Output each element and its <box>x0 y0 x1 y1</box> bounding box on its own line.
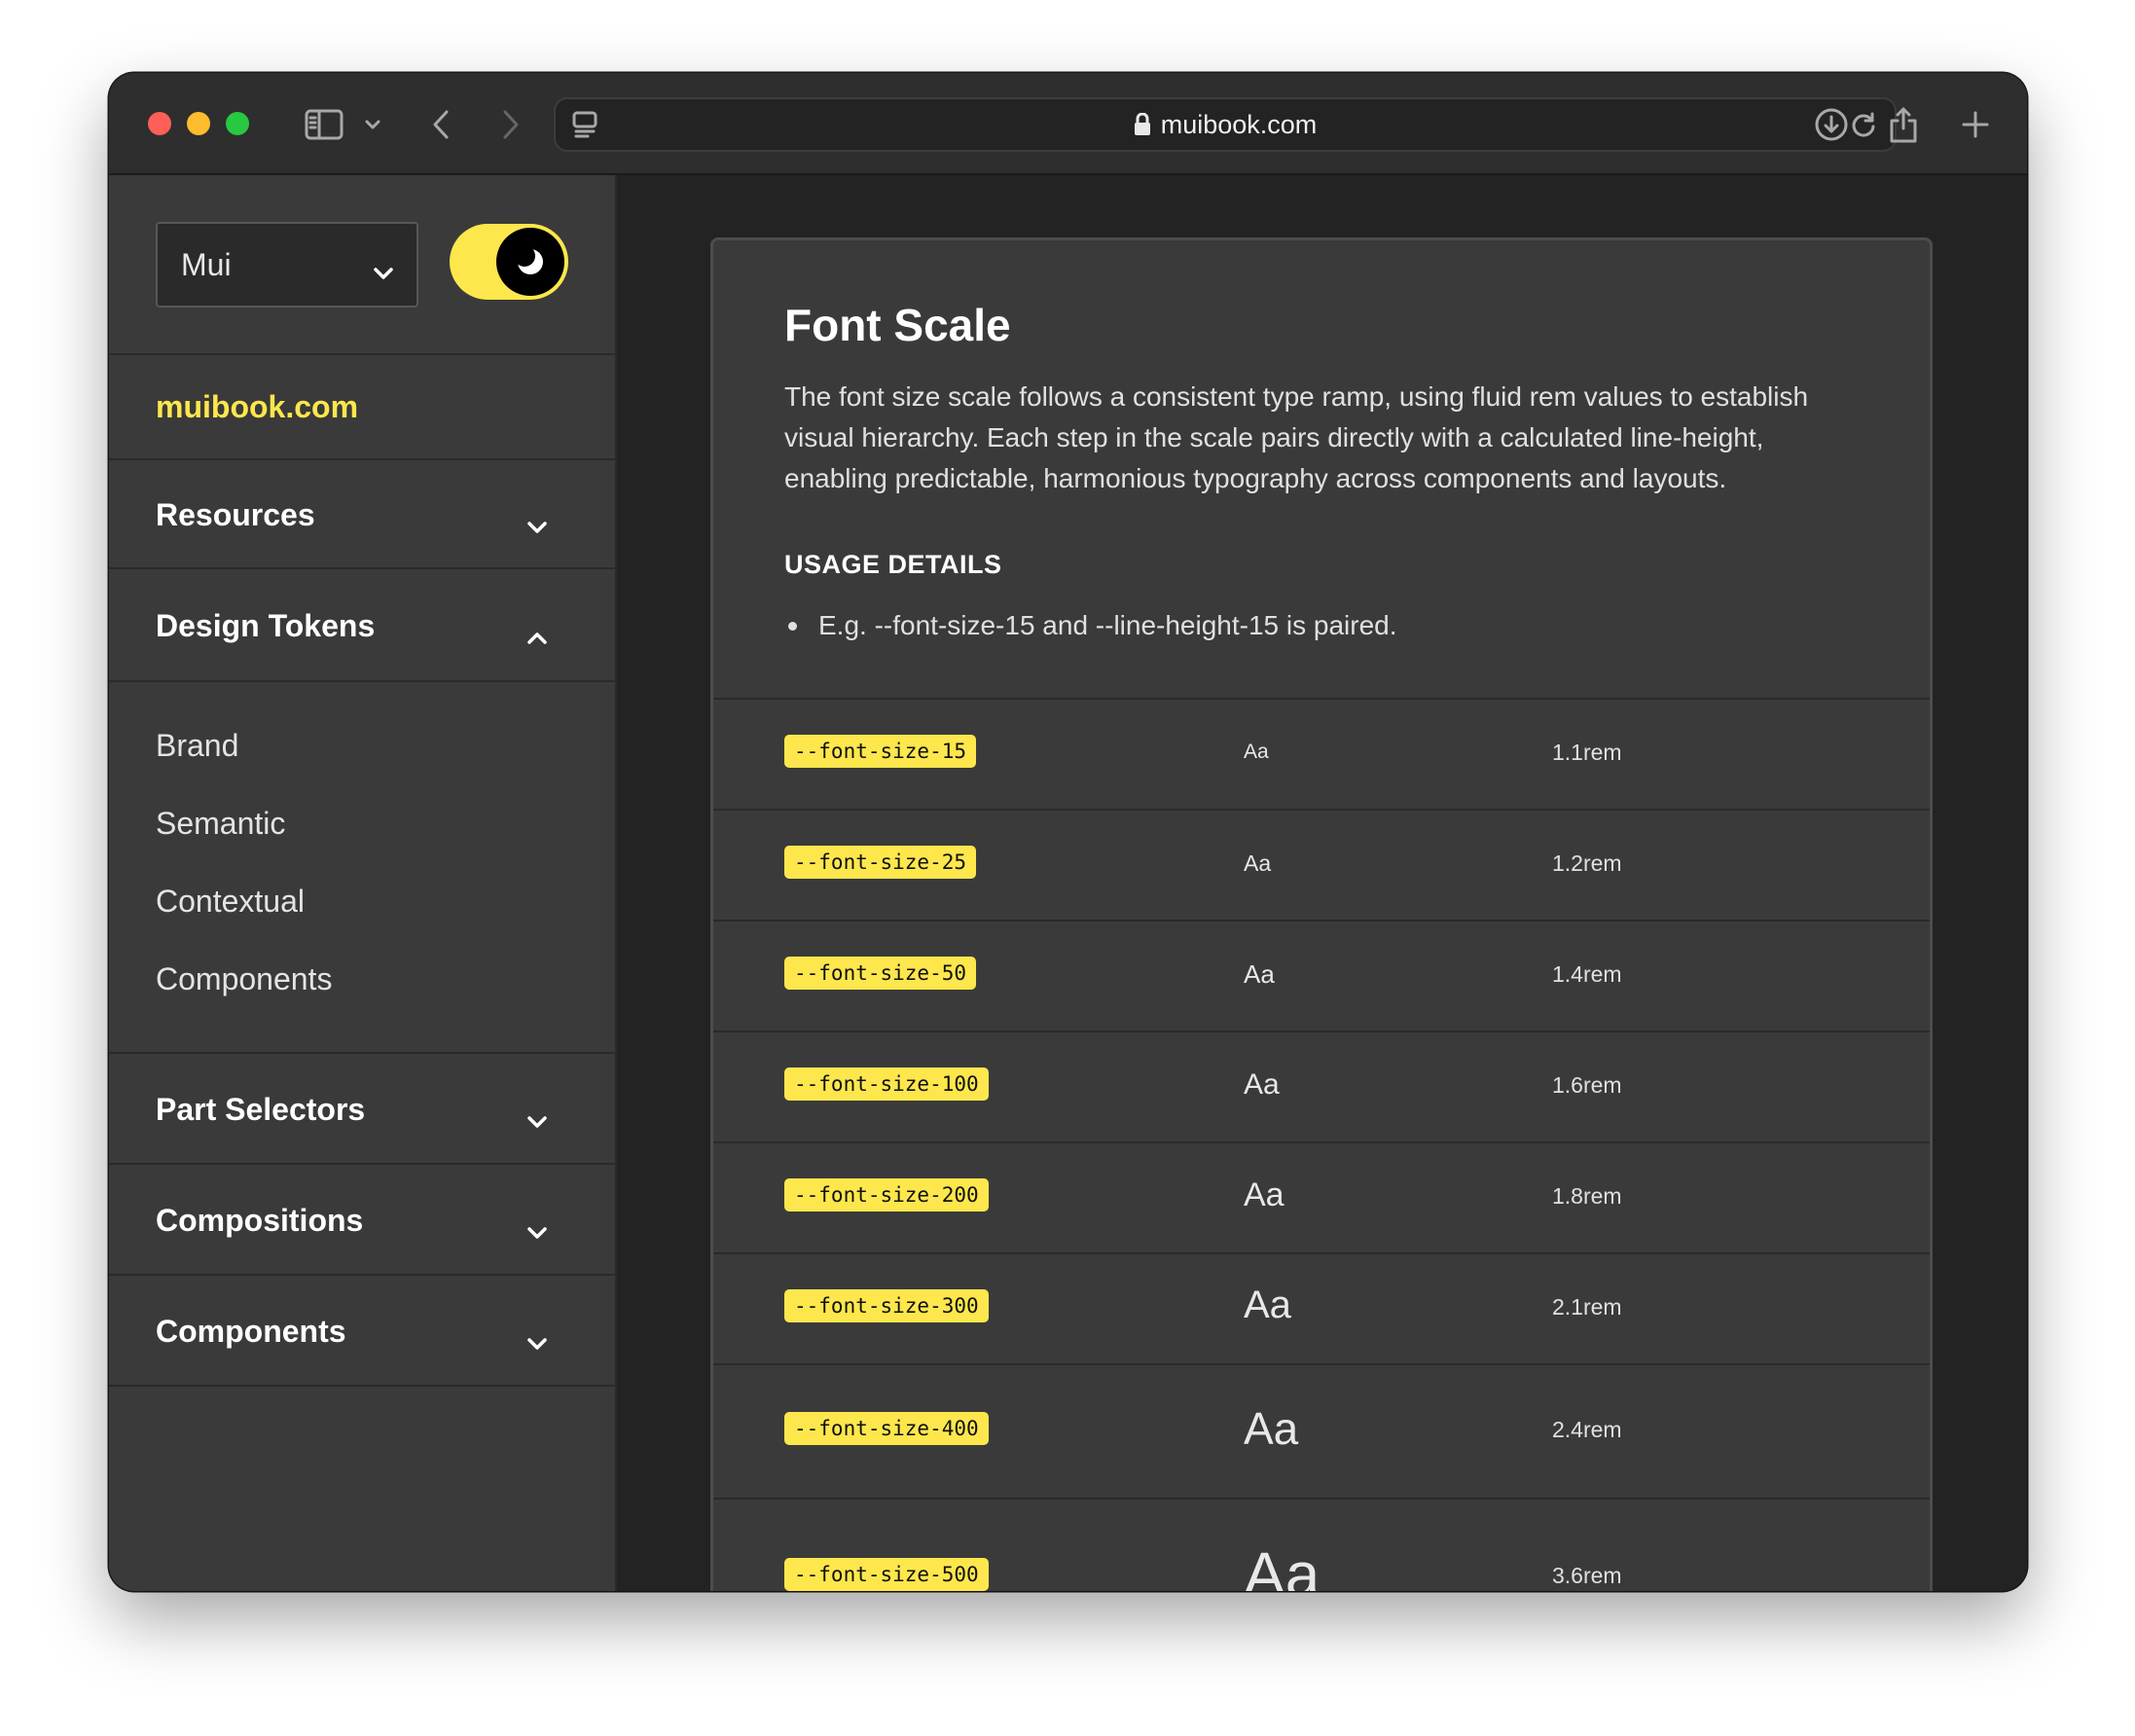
token-row: --font-size-50 Aa 1.4rem <box>713 920 1930 1031</box>
nav-item-contextual[interactable]: Contextual <box>156 884 305 920</box>
token-name[interactable]: --font-size-300 <box>784 1289 989 1322</box>
sidebar: Mui muibook.com Resources Design Tokens … <box>109 175 617 1591</box>
token-row: --font-size-25 Aa 1.2rem <box>713 809 1930 920</box>
nav-section-resources[interactable]: Resources <box>109 462 615 569</box>
browser-toolbar: muibook.com <box>109 73 2027 175</box>
sample-text: Aa <box>1244 1176 1285 1213</box>
token-name[interactable]: --font-size-100 <box>784 1067 989 1101</box>
minimize-window-button[interactable] <box>187 112 210 135</box>
token-value: 1.1rem <box>1552 740 1622 765</box>
nav-item-components[interactable]: Components <box>156 961 332 997</box>
sample-text: Aa <box>1244 1539 1321 1591</box>
bullet-dot <box>788 621 797 631</box>
token-name[interactable]: --font-size-200 <box>784 1178 989 1212</box>
chevron-down-icon <box>525 507 549 543</box>
nav-section-design-tokens[interactable]: Design Tokens <box>109 571 615 682</box>
chevron-down-icon[interactable] <box>358 97 387 152</box>
zoom-window-button[interactable] <box>226 112 249 135</box>
token-row: --font-size-400 Aa 2.4rem <box>713 1363 1930 1498</box>
nav-section-label: Design Tokens <box>156 607 376 643</box>
font-scale-card: Font Scale The font size scale follows a… <box>710 237 1933 1591</box>
moon-icon <box>496 228 564 296</box>
url-text: muibook.com <box>1160 109 1318 139</box>
usage-heading: USAGE DETAILS <box>784 550 1002 579</box>
nav-item-brand[interactable]: Brand <box>156 728 238 764</box>
nav-section-components[interactable]: Components <box>109 1278 615 1387</box>
sidebar-toggle-icon[interactable] <box>300 97 348 152</box>
theme-select-value: Mui <box>181 246 232 282</box>
address-bar[interactable]: muibook.com <box>554 97 1897 152</box>
token-name[interactable]: --font-size-15 <box>784 735 977 768</box>
token-value: 1.4rem <box>1552 961 1622 987</box>
chevron-down-icon <box>525 1102 549 1138</box>
sample-text: Aa <box>1244 1403 1299 1454</box>
dark-mode-toggle[interactable] <box>450 224 568 300</box>
sample-text: Aa <box>1244 850 1272 876</box>
usage-bullet-text: E.g. --font-size-15 and --line-height-15… <box>818 610 1397 640</box>
share-icon[interactable] <box>1882 97 1925 152</box>
token-value: 2.1rem <box>1552 1294 1622 1320</box>
chevron-up-icon <box>525 618 549 654</box>
download-icon[interactable] <box>1810 97 1853 152</box>
lock-icon <box>1134 113 1151 136</box>
token-name[interactable]: --font-size-400 <box>784 1412 989 1445</box>
description: The font size scale follows a consistent… <box>784 381 1809 493</box>
token-name[interactable]: --font-size-500 <box>784 1558 989 1591</box>
nav-section-part-selectors[interactable]: Part Selectors <box>109 1056 615 1165</box>
close-window-button[interactable] <box>148 112 171 135</box>
token-row: --font-size-200 Aa 1.8rem <box>713 1141 1930 1252</box>
token-value: 1.6rem <box>1552 1072 1622 1098</box>
back-button[interactable] <box>422 97 461 152</box>
page-title: Font Scale <box>784 300 1011 350</box>
chevron-down-icon <box>525 1212 549 1248</box>
new-tab-icon[interactable] <box>1954 97 1997 152</box>
usage-bullet: E.g. --font-size-15 and --line-height-15… <box>784 610 1397 641</box>
token-value: 1.2rem <box>1552 850 1622 876</box>
sample-text: Aa <box>1244 741 1269 763</box>
token-row: --font-size-15 Aa 1.1rem <box>713 698 1930 809</box>
token-name[interactable]: --font-size-25 <box>784 846 977 879</box>
sample-text: Aa <box>1244 1284 1291 1326</box>
token-row: --font-size-500 Aa 3.6rem <box>713 1498 1930 1591</box>
chevron-down-icon <box>525 1323 549 1359</box>
nav-section-label: Components <box>156 1313 346 1349</box>
token-row: --font-size-100 Aa 1.6rem <box>713 1031 1930 1141</box>
token-value: 3.6rem <box>1552 1563 1622 1588</box>
design-tokens-submenu: Brand Semantic Contextual Components <box>109 684 615 1054</box>
token-row: --font-size-300 Aa 2.1rem <box>713 1252 1930 1363</box>
nav-item-semantic[interactable]: Semantic <box>156 806 285 842</box>
forward-button[interactable] <box>490 97 529 152</box>
theme-select[interactable]: Mui <box>156 222 418 307</box>
sample-text: Aa <box>1244 1068 1280 1101</box>
chevron-down-icon <box>372 253 395 289</box>
brand-link[interactable]: muibook.com <box>109 353 615 460</box>
main-content: Font Scale The font size scale follows a… <box>617 175 2027 1591</box>
nav-section-compositions[interactable]: Compositions <box>109 1167 615 1276</box>
nav-section-label: Part Selectors <box>156 1091 366 1127</box>
token-name[interactable]: --font-size-50 <box>784 957 977 990</box>
sample-text: Aa <box>1244 959 1275 989</box>
token-value: 2.4rem <box>1552 1417 1622 1442</box>
token-value: 1.8rem <box>1552 1183 1622 1209</box>
browser-window: muibook.com Mui muibook.com Resources De… <box>109 73 2027 1591</box>
nav-section-label: Compositions <box>156 1202 364 1238</box>
nav-section-label: Resources <box>156 496 315 532</box>
